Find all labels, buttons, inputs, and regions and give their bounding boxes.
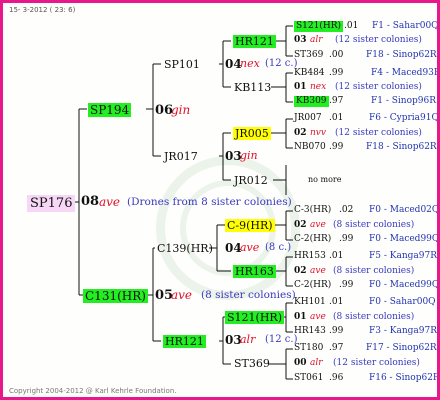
sp194-race: gin <box>171 103 191 117</box>
queen-hr121-top[interactable]: HR121 <box>233 35 276 48</box>
g4-queen[interactable]: S121(HR) <box>294 21 343 32</box>
parent-queen-c131[interactable]: C131(HR) <box>83 289 148 303</box>
g4-year: .97 <box>329 96 344 106</box>
root-race: ave <box>99 195 121 209</box>
g4-origin: F0 - Maced99Q <box>369 280 440 290</box>
g4-queen[interactable]: HR153 <box>294 252 326 261</box>
g4-origin: F17 - Sinop62R <box>366 343 437 353</box>
g4-note-year: 01 <box>294 312 307 322</box>
c131-note: (8 sister colonies) <box>201 289 296 301</box>
g4-origin: F3 - Kanga97R <box>369 326 437 336</box>
g4-year: .97 <box>329 343 344 353</box>
g4-year: .01 <box>329 113 344 123</box>
no-more-label: no more <box>308 175 342 184</box>
g4-year: .01 <box>344 21 359 31</box>
g4-year: .99 <box>329 326 344 336</box>
g4-year: .00 <box>329 50 344 60</box>
queen-kb113[interactable]: KB113 <box>234 82 271 93</box>
pedigree-frame: 15- 3-2012 ( 23: 6) SP176 08 ave (Drones… <box>0 0 440 400</box>
queen-jr017[interactable]: JR017 <box>164 151 198 162</box>
g4-queen[interactable]: ST369 <box>294 51 323 60</box>
g4-queen[interactable]: HR143 <box>294 327 326 336</box>
g4-note-race: ave <box>310 312 326 322</box>
c131-race: ave <box>171 288 193 302</box>
queen-c9[interactable]: C-9(HR) <box>225 219 275 232</box>
sp101-note: (12 c.) <box>265 58 298 69</box>
queen-sp101[interactable]: SP101 <box>164 59 200 70</box>
g4-year: .99 <box>329 68 344 78</box>
g4-note-year: 02 <box>294 266 307 276</box>
parent-queen-sp194[interactable]: SP194 <box>88 103 132 117</box>
g4-note-race: alr <box>310 358 323 368</box>
g4-note-race: nvv <box>310 128 326 138</box>
g4-year: .99 <box>329 142 344 152</box>
jr017-race: gin <box>240 149 258 162</box>
g4-queen[interactable]: NB070 <box>294 143 326 152</box>
sp101-race: nex <box>240 57 260 70</box>
g4-origin: F18 - Sinop62R <box>366 142 437 152</box>
g4-queen[interactable]: JR007 <box>294 114 322 123</box>
g4-note-year: 02 <box>294 220 307 230</box>
g4-origin: F0 - Maced99Q <box>369 234 440 244</box>
g4-note-year: 01 <box>294 82 307 92</box>
g4-queen[interactable]: KH101 <box>294 298 326 307</box>
g4-year: .02 <box>339 205 354 215</box>
g4-note-race: ave <box>310 220 326 230</box>
g4-note: (8 sister colonies) <box>333 312 415 322</box>
g4-year: .99 <box>339 280 354 290</box>
queen-st369[interactable]: ST369 <box>234 358 270 369</box>
g4-queen[interactable]: C-3(HR) <box>294 206 331 215</box>
g4-year: .99 <box>339 234 354 244</box>
c139-note: (8 c.) <box>265 242 292 253</box>
queen-c139[interactable]: C139(HR) <box>157 243 213 254</box>
g4-origin: F0 - Maced02Q <box>369 205 440 215</box>
g4-note: (12 sister colonies) <box>335 82 422 92</box>
g4-queen[interactable]: KB484 <box>294 69 325 78</box>
hr121-note: (12 c.) <box>265 334 298 345</box>
g4-year: .01 <box>329 297 344 307</box>
g4-note: (12 sister colonies) <box>335 128 422 138</box>
queen-jr005[interactable]: JR005 <box>233 127 271 140</box>
copyright-footer: Copyright 2004-2012 @ Karl Kehrle Founda… <box>9 387 177 395</box>
g4-queen[interactable]: ST180 <box>294 344 323 353</box>
g4-origin: F1 - Sahar00Q <box>372 21 439 31</box>
g4-note: (8 sister colonies) <box>333 266 415 276</box>
g4-note-race: nex <box>310 82 327 92</box>
g4-note-race: alr <box>310 35 323 45</box>
g4-origin: F6 - Cypria91Q <box>369 113 439 123</box>
g4-note-race: ave <box>310 266 326 276</box>
g4-year: .96 <box>329 373 344 383</box>
g4-origin: F16 - Sinop62R <box>369 373 440 383</box>
g4-origin: F4 - Maced93R <box>371 68 440 78</box>
queen-hr163[interactable]: HR163 <box>233 265 276 278</box>
queen-jr012[interactable]: JR012 <box>234 175 268 186</box>
c139-race: ave <box>240 241 260 254</box>
hr121-race: alr <box>240 333 256 346</box>
g4-note-year: 00 <box>294 358 307 368</box>
g4-note-year: 02 <box>294 128 307 138</box>
g4-note: (12 sister colonies) <box>335 35 422 45</box>
g4-note: (8 sister colonies) <box>333 220 415 230</box>
g4-queen[interactable]: KB309 <box>294 96 329 107</box>
g4-year: .01 <box>329 251 344 261</box>
g4-origin: F0 - Sahar00Q <box>369 297 436 307</box>
g4-note: (12 sister colonies) <box>333 358 420 368</box>
g4-note-year: 03 <box>294 35 307 45</box>
g4-origin: F1 - Sinop96R <box>371 96 436 106</box>
g4-queen[interactable]: C-2(HR) <box>294 281 331 290</box>
root-queen[interactable]: SP176 <box>27 195 76 212</box>
g4-origin: F5 - Kanga97R <box>369 251 437 261</box>
g4-queen[interactable]: C-2(HR) <box>294 235 331 244</box>
queen-s121[interactable]: S121(HR) <box>225 311 284 324</box>
g4-origin: F18 - Sinop62R <box>366 50 437 60</box>
queen-hr121-bottom[interactable]: HR121 <box>163 335 206 348</box>
root-note: (Drones from 8 sister colonies) <box>127 196 292 208</box>
root-year: 08 <box>81 194 100 209</box>
g4-queen[interactable]: ST061 <box>294 374 323 383</box>
